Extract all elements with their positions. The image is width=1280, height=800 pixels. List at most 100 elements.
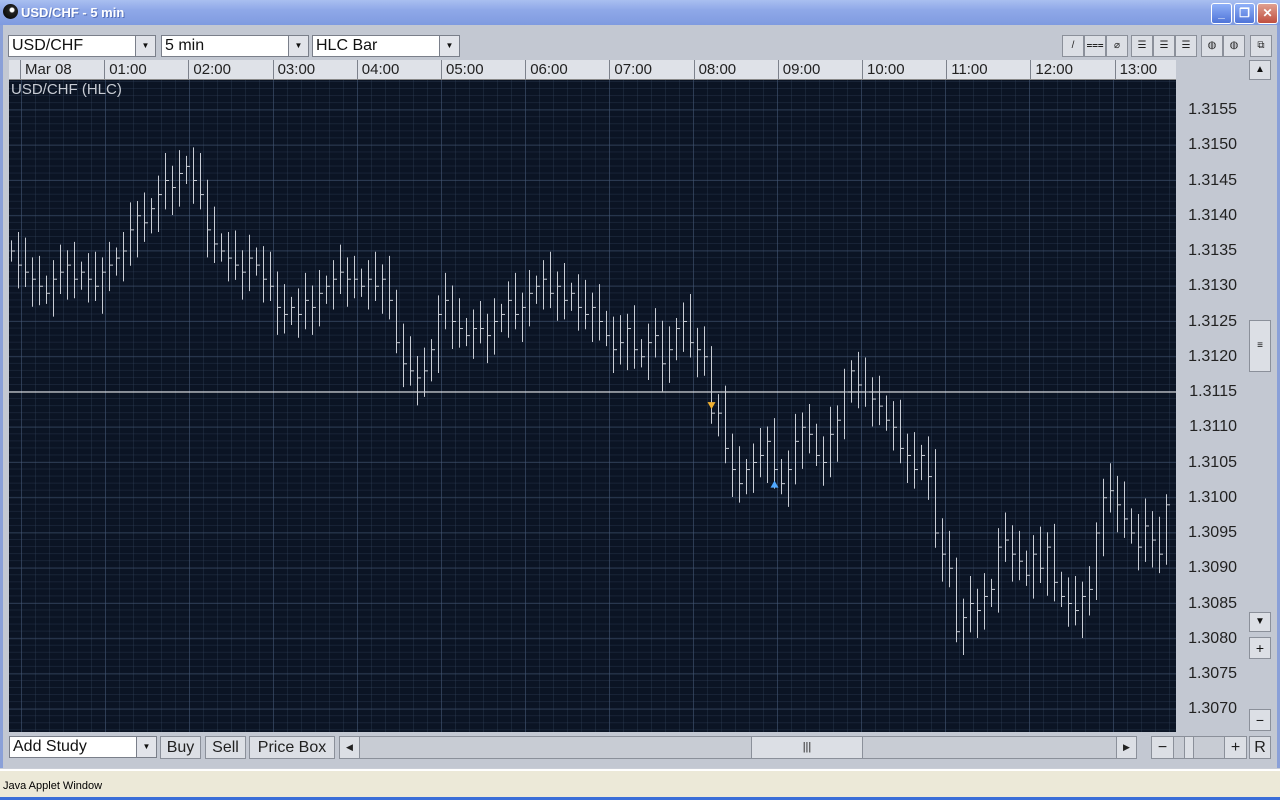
price-label: 1.3085 <box>1188 594 1237 612</box>
hlc-bar <box>655 308 659 358</box>
trend-line-tool[interactable]: / <box>1062 35 1084 57</box>
app-icon <box>3 4 18 19</box>
hlc-bar <box>221 233 225 262</box>
hlc-bar <box>81 261 85 290</box>
price-axis[interactable]: 1.3155 1.3150 1.3145 1.3140 1.3135 1.3130 1.31… <box>1176 80 1246 732</box>
hlc-bar <box>739 446 743 503</box>
hlc-bar <box>613 316 617 373</box>
fibonacci-fan-tool[interactable]: ☰ <box>1153 35 1175 57</box>
scroll-down-arrow[interactable]: ▼ <box>1249 612 1271 632</box>
hlc-bar <box>1040 526 1044 584</box>
hlc-bar <box>74 241 78 299</box>
hlc-bar <box>200 153 204 210</box>
fibonacci-arc-tool[interactable]: ⌀ <box>1106 35 1128 57</box>
hlc-bar <box>732 433 736 498</box>
zoom-in-tool[interactable]: ◍ <box>1201 35 1223 57</box>
hlc-bar <box>823 436 827 486</box>
scroll-left-arrow[interactable]: ◀ <box>340 737 360 758</box>
scroll-thumb[interactable]: ≡ <box>1249 320 1271 372</box>
fibonacci-extension-tool[interactable]: ☰ <box>1175 35 1197 57</box>
zoom-out-vertical-button[interactable]: − <box>1249 709 1271 731</box>
hlc-bar <box>949 530 953 588</box>
zoom-out-tool[interactable]: ◍ <box>1223 35 1245 57</box>
price-box-button[interactable]: Price Box <box>249 736 335 759</box>
hlc-bar <box>452 285 456 349</box>
scroll-up-arrow[interactable]: ▲ <box>1249 60 1271 80</box>
zoom-in-vertical-button[interactable]: + <box>1249 637 1271 659</box>
hlc-bar <box>844 368 848 440</box>
hlc-bar <box>1166 494 1170 565</box>
zoom-in-horizontal-button[interactable]: + <box>1224 737 1246 758</box>
minimize-button[interactable]: _ <box>1211 3 1232 24</box>
close-button[interactable]: ✕ <box>1257 3 1278 24</box>
hlc-bar <box>809 403 813 454</box>
hlc-bar <box>46 275 50 304</box>
hlc-bar <box>389 255 393 320</box>
zoom-slider-thumb[interactable] <box>1184 737 1194 758</box>
vertical-scrollbar[interactable]: ▲ ≡ ▼ + − <box>1248 60 1272 732</box>
hlc-bar <box>536 275 540 304</box>
price-label: 1.3080 <box>1188 629 1237 647</box>
hlc-bar <box>683 302 687 352</box>
hlc-bar <box>1047 532 1051 596</box>
scroll-thumb[interactable]: ||| <box>751 737 863 758</box>
horizontal-scrollbar[interactable]: ◀ ||| ▶ <box>339 736 1137 759</box>
channel-tool[interactable]: ⩶ <box>1084 35 1106 57</box>
hlc-bar <box>53 260 57 317</box>
hlc-bar <box>144 192 148 242</box>
hlc-bar <box>347 257 351 307</box>
hlc-bar <box>116 247 120 276</box>
price-label: 1.3150 <box>1188 136 1237 154</box>
chevron-down-icon[interactable]: ▼ <box>439 36 459 56</box>
hlc-bar <box>543 260 547 310</box>
hlc-bar <box>459 298 463 348</box>
detach-window-button[interactable]: ⧉ <box>1250 35 1272 57</box>
hlc-bar <box>375 251 379 302</box>
hlc-bar <box>669 326 673 383</box>
hlc-bar <box>354 255 358 299</box>
hlc-bar <box>851 360 855 403</box>
price-chart[interactable]: USD/CHF (HLC) <box>9 80 1176 732</box>
title-bar: USD/CHF - 5 min _ ❐ ✕ <box>0 0 1280 25</box>
chevron-down-icon[interactable]: ▼ <box>136 737 156 757</box>
price-label: 1.3075 <box>1188 665 1237 682</box>
reset-button[interactable]: R <box>1249 736 1271 759</box>
horizontal-zoom-slider[interactable]: − + <box>1151 736 1247 759</box>
time-label: Mar 08 <box>20 60 104 79</box>
chart-type-value: HLC Bar <box>316 37 378 54</box>
time-label: 06:00 <box>525 60 609 79</box>
hlc-bar <box>830 406 834 478</box>
hlc-bar <box>767 426 771 483</box>
hlc-bar <box>795 413 799 485</box>
add-study-select[interactable]: Add Study ▼ <box>9 736 157 758</box>
status-bar: Java Applet Window <box>0 769 1280 797</box>
price-label: 1.3090 <box>1188 559 1237 577</box>
hlc-bar <box>312 285 316 335</box>
chart-type-select[interactable]: HLC Bar ▼ <box>312 35 460 57</box>
hlc-bar <box>361 268 365 297</box>
hlc-bar <box>1019 530 1023 581</box>
hlc-bar <box>900 399 904 464</box>
fibonacci-retracement-tool[interactable]: ☰ <box>1131 35 1153 57</box>
hlc-bar <box>256 247 260 276</box>
scroll-right-arrow[interactable]: ▶ <box>1116 737 1136 758</box>
zoom-out-horizontal-button[interactable]: − <box>1152 737 1174 758</box>
window-title: USD/CHF - 5 min <box>21 5 125 20</box>
hlc-bar <box>501 303 505 333</box>
hlc-bar <box>1026 550 1030 586</box>
hlc-bar <box>1005 512 1009 562</box>
symbol-select[interactable]: USD/CHF ▼ <box>8 35 156 57</box>
sell-button[interactable]: Sell <box>205 736 246 759</box>
hlc-bar <box>88 253 92 303</box>
hlc-bar <box>1061 571 1065 608</box>
hlc-bar <box>242 250 246 300</box>
buy-button[interactable]: Buy <box>160 736 201 759</box>
hlc-bar <box>564 262 568 320</box>
chevron-down-icon[interactable]: ▼ <box>135 36 155 56</box>
interval-select[interactable]: 5 min ▼ <box>161 35 309 57</box>
maximize-button[interactable]: ❐ <box>1234 3 1255 24</box>
chevron-down-icon[interactable]: ▼ <box>288 36 308 56</box>
hlc-bar <box>774 418 778 489</box>
chart-label: USD/CHF (HLC) <box>11 81 122 98</box>
hlc-bar <box>893 401 897 451</box>
